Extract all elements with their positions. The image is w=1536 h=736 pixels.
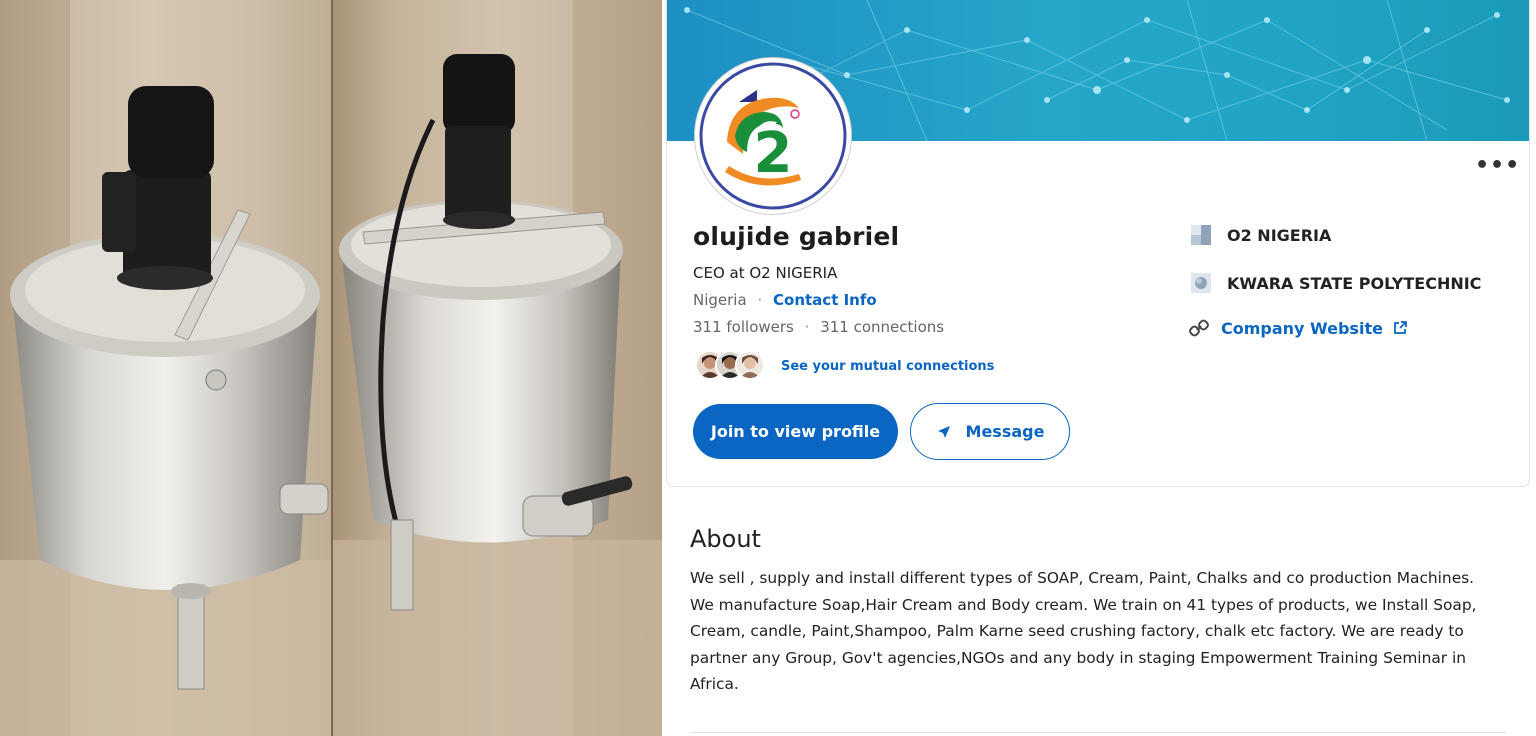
current-company[interactable]: O2 NIGERIA	[1189, 222, 1331, 248]
current-company-name: O2 NIGERIA	[1227, 225, 1332, 245]
message-button[interactable]: Message	[910, 403, 1070, 460]
svg-text:2: 2	[754, 121, 793, 186]
profile-name: olujide gabriel	[693, 222, 900, 251]
about-section: About We sell , supply and install diffe…	[666, 492, 1530, 736]
company-website-row[interactable]: Company Website	[1189, 315, 1407, 341]
company-website-link[interactable]: Company Website	[1221, 319, 1383, 338]
profile-location: Nigeria	[693, 291, 747, 309]
external-link-icon	[1394, 321, 1407, 334]
mutual-avatar	[735, 350, 765, 380]
profile-headline: CEO at O2 NIGERIA	[693, 264, 838, 282]
product-photo-mixer-2	[333, 0, 662, 736]
mutual-connections-link[interactable]: See your mutual connections	[781, 359, 994, 374]
send-icon	[937, 425, 950, 438]
separator-dot: ·	[757, 291, 763, 309]
ellipsis-icon: •••	[1475, 153, 1521, 178]
education-school[interactable]: KWARA STATE POLYTECHNIC	[1189, 270, 1481, 296]
connections-count: 311 connections	[820, 318, 945, 336]
profile-card: 2 ••• olujide gabriel CEO at O2 NIGERIA …	[666, 0, 1530, 487]
school-icon	[1191, 273, 1211, 293]
about-heading: About	[690, 525, 761, 553]
contact-info-link[interactable]: Contact Info	[773, 291, 877, 309]
building-icon	[1191, 225, 1211, 245]
stats-row: 311 followers · 311 connections	[693, 318, 944, 336]
separator-dot: ·	[804, 318, 810, 336]
page: 2 ••• olujide gabriel CEO at O2 NIGERIA …	[0, 0, 1536, 736]
followers-count: 311 followers	[693, 318, 794, 336]
product-photo-mixer-1	[0, 0, 331, 736]
section-divider	[690, 732, 1506, 733]
more-options-button[interactable]: •••	[1475, 153, 1519, 183]
link-icon	[1189, 319, 1209, 337]
education-school-name: KWARA STATE POLYTECHNIC	[1227, 273, 1482, 293]
join-to-view-profile-button[interactable]: Join to view profile	[693, 404, 898, 459]
message-button-label: Message	[965, 422, 1045, 441]
company-logo-avatar[interactable]: 2	[695, 58, 851, 214]
about-text: We sell , supply and install different t…	[690, 569, 1477, 693]
location-row: Nigeria · Contact Info	[693, 291, 877, 309]
